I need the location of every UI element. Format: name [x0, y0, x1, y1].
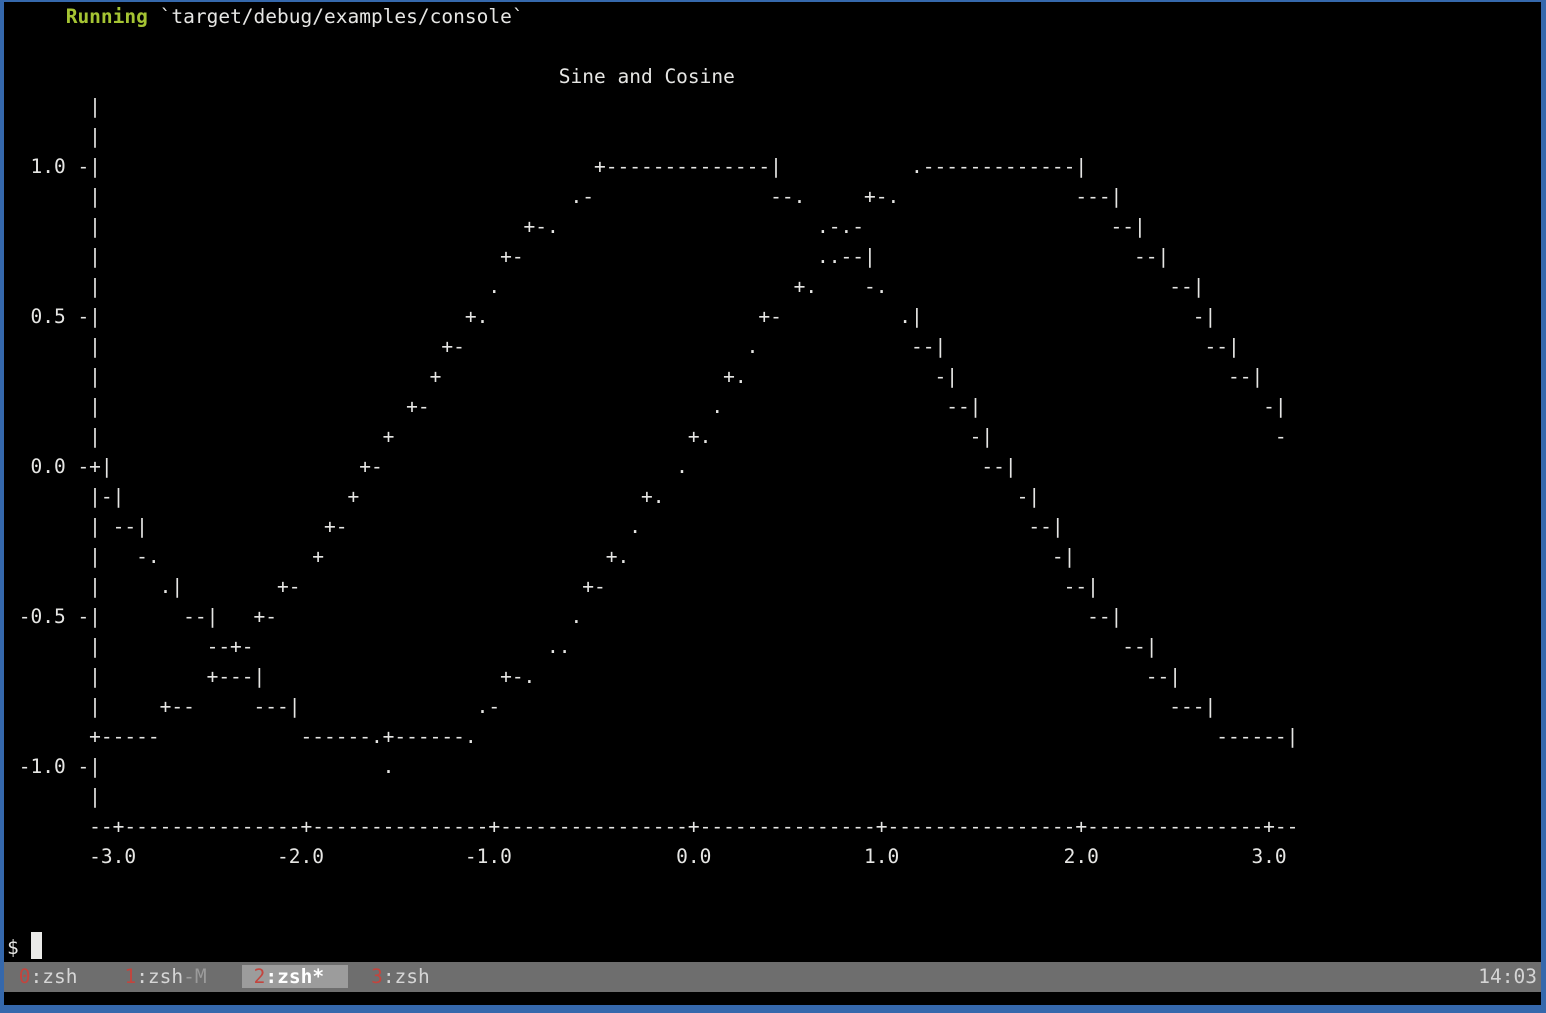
status-clock: 14:03 — [1478, 962, 1537, 992]
gap — [77, 965, 124, 988]
tmux-window-tab-3[interactable]: 3:zsh — [371, 965, 430, 988]
window-label: :zsh — [136, 965, 183, 988]
cargo-command-text: `target/debug/examples/console` — [148, 5, 524, 28]
gap — [207, 965, 242, 988]
tmux-status-bar: 0:zsh 1:zsh-M 2:zsh* 3:zsh14:03 — [4, 962, 1541, 992]
cargo-run-line: Running `target/debug/examples/console` — [4, 2, 524, 32]
tmux-window-tab-0[interactable]: 0:zsh — [19, 965, 78, 988]
window-index: 3 — [371, 965, 383, 988]
window-index: 0 — [19, 965, 31, 988]
window-index: 2 — [254, 965, 266, 988]
window-flag: -M — [183, 965, 206, 988]
ascii-chart: Sine and Cosine | | 1.0 -| +------------… — [4, 32, 1298, 902]
window-label: :zsh — [31, 965, 78, 988]
gap — [348, 965, 371, 988]
window-label: :zsh — [383, 965, 430, 988]
window-index: 1 — [124, 965, 136, 988]
tmux-window-tab-2-active[interactable]: 2:zsh* — [242, 965, 348, 988]
prompt-symbol: $ — [7, 936, 19, 959]
gap — [7, 965, 19, 988]
shell-prompt-row[interactable]: $ — [4, 932, 42, 963]
text-cursor[interactable] — [31, 932, 43, 959]
tmux-window-tab-1[interactable]: 1:zsh-M — [124, 965, 206, 988]
window-flag: * — [312, 965, 324, 988]
window-label: :zsh — [265, 965, 312, 988]
cargo-status-label: Running — [66, 5, 148, 28]
tmux-window-list: 0:zsh 1:zsh-M 2:zsh* 3:zsh — [4, 962, 1541, 992]
